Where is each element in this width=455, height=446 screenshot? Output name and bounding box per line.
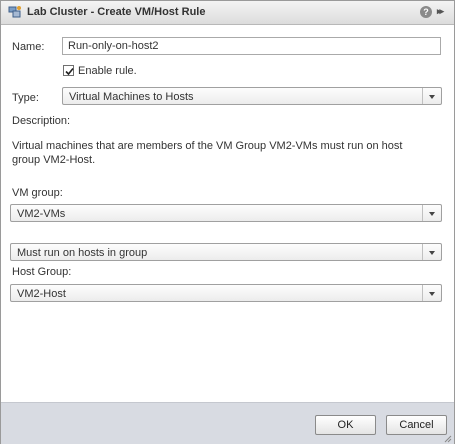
rule-condition-select-value: Must run on hosts in group [17, 247, 148, 259]
type-label: Type: [12, 92, 39, 104]
name-label: Name: [12, 41, 45, 53]
expand-icon[interactable]: ▸▸ [437, 6, 444, 17]
name-input[interactable] [62, 37, 441, 55]
create-vm-host-rule-dialog: Lab Cluster - Create VM/Host Rule ? ▸▸ N… [0, 0, 455, 444]
help-icon[interactable]: ? [420, 6, 432, 18]
chevron-down-icon [422, 88, 441, 104]
type-select[interactable]: Virtual Machines to Hosts [62, 87, 442, 105]
vm-group-select-value: VM2-VMs [17, 208, 66, 220]
title-bar: Lab Cluster - Create VM/Host Rule ? ▸▸ [1, 1, 454, 25]
dialog-footer: OK Cancel [1, 402, 454, 444]
cancel-button[interactable]: Cancel [386, 415, 447, 435]
host-group-select-value: VM2-Host [17, 288, 66, 300]
ok-button[interactable]: OK [315, 415, 376, 435]
enable-rule-label: Enable rule. [78, 65, 137, 77]
chevron-down-icon [422, 205, 441, 221]
enable-rule-checkbox[interactable] [63, 65, 74, 76]
host-group-select[interactable]: VM2-Host [10, 284, 442, 302]
description-label: Description: [12, 115, 71, 127]
host-group-label: Host Group: [12, 266, 72, 278]
description-text: Virtual machines that are members of the… [12, 140, 403, 166]
resize-grip-icon[interactable] [444, 434, 452, 443]
dialog-title: Lab Cluster - Create VM/Host Rule [27, 6, 206, 18]
chevron-down-icon [422, 285, 441, 301]
chevron-down-icon [422, 244, 441, 260]
checkmark-icon [65, 67, 74, 76]
type-select-value: Virtual Machines to Hosts [69, 91, 194, 103]
vm-group-label: VM group: [12, 187, 63, 199]
cluster-rule-icon [8, 5, 22, 19]
vm-group-select[interactable]: VM2-VMs [10, 204, 442, 222]
rule-condition-select[interactable]: Must run on hosts in group [10, 243, 442, 261]
